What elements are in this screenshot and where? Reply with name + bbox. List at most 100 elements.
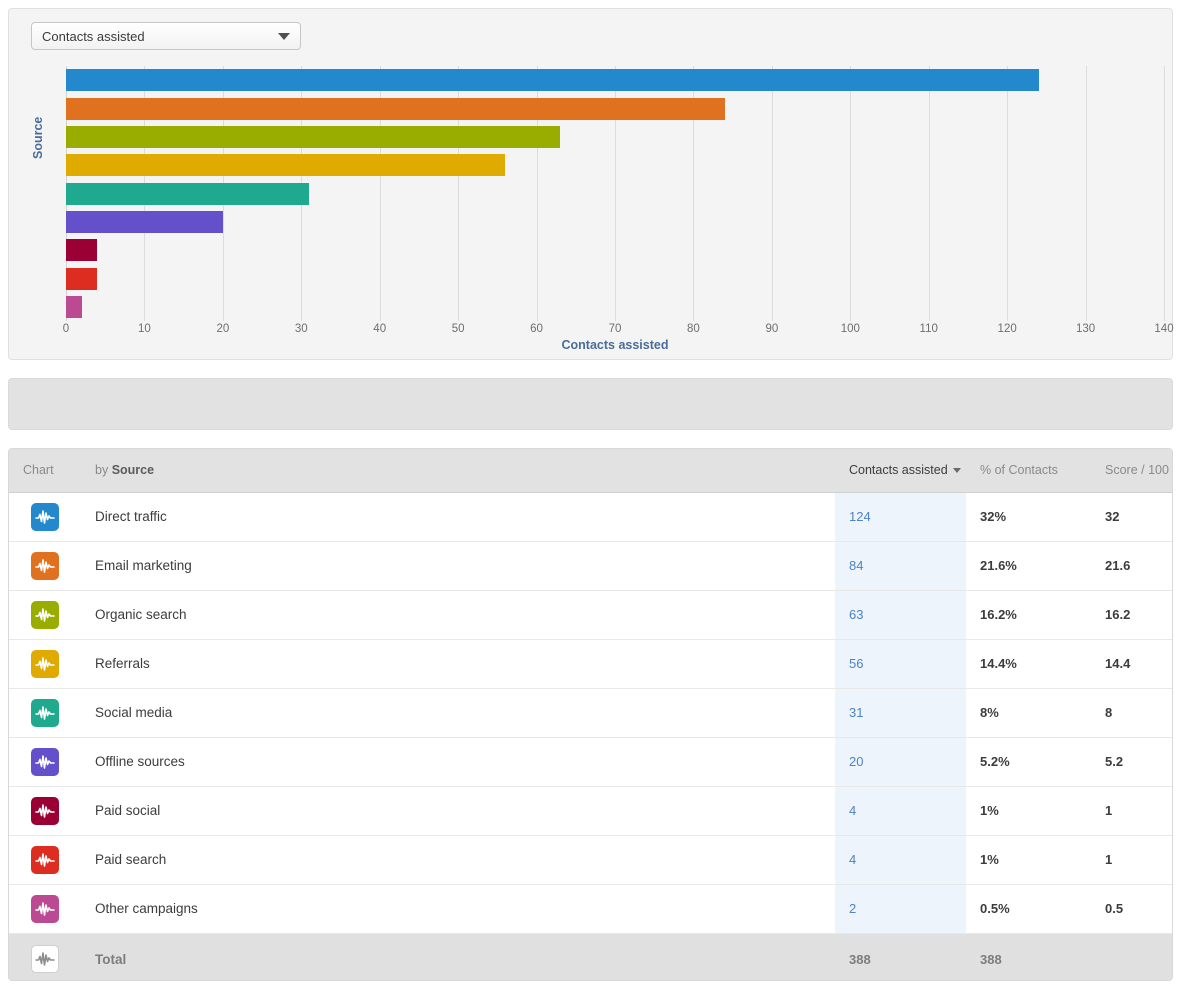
row-score-value: 8: [1091, 688, 1172, 737]
table-row[interactable]: Referrals5614.4%14.4: [9, 639, 1172, 688]
sparkline-icon[interactable]: [31, 601, 59, 629]
bar-fill: [66, 126, 560, 148]
row-contacts-assisted-value[interactable]: 4: [835, 835, 966, 884]
bar-paid-search[interactable]: [66, 268, 97, 290]
metric-selector-dropdown[interactable]: Contacts assisted: [31, 22, 301, 50]
row-contacts-assisted-value[interactable]: 84: [835, 541, 966, 590]
bar-social-media[interactable]: [66, 183, 309, 205]
bar-offline-sources[interactable]: [66, 211, 223, 233]
chart-panel: Contacts assisted Source 010203040506070…: [8, 8, 1173, 360]
x-tick-label-0: 0: [63, 323, 69, 335]
row-score-value: 16.2: [1091, 590, 1172, 639]
table-row[interactable]: Offline sources205.2%5.2: [9, 737, 1172, 786]
sparkline-icon[interactable]: [31, 650, 59, 678]
total-percent-of-contacts-value: 388: [966, 933, 1091, 981]
row-score-value: 5.2: [1091, 737, 1172, 786]
x-tick-label-10: 10: [138, 323, 151, 335]
column-header-chart[interactable]: Chart: [9, 449, 81, 492]
chart-y-axis-title: Source: [31, 117, 45, 159]
column-header-contacts-assisted[interactable]: Contacts assisted: [835, 449, 966, 492]
row-percent-of-contacts-value: 0.5%: [966, 884, 1091, 933]
table-row[interactable]: Paid social41%1: [9, 786, 1172, 835]
metric-selector-value: Contacts assisted: [42, 29, 272, 44]
sparkline-icon[interactable]: [31, 748, 59, 776]
gridline-140: [1164, 66, 1165, 321]
row-chart-toggle-cell[interactable]: [9, 639, 81, 688]
row-chart-toggle-cell[interactable]: [9, 884, 81, 933]
row-contacts-assisted-value[interactable]: 63: [835, 590, 966, 639]
bar-referrals[interactable]: [66, 154, 505, 176]
x-tick-label-100: 100: [841, 323, 860, 335]
sparkline-icon[interactable]: [31, 699, 59, 727]
row-source-name: Paid social: [81, 786, 835, 835]
table-header-row: Chart by Source Contacts assisted % of C…: [9, 449, 1172, 492]
sparkline-icon[interactable]: [31, 552, 59, 580]
bar-direct-traffic[interactable]: [66, 69, 1039, 91]
x-tick-label-20: 20: [216, 323, 229, 335]
column-header-dimension[interactable]: by Source: [81, 449, 835, 492]
bar-fill: [66, 98, 725, 120]
column-header-percent-of-contacts[interactable]: % of Contacts: [966, 449, 1091, 492]
table-row[interactable]: Paid search41%1: [9, 835, 1172, 884]
row-source-name: Paid search: [81, 835, 835, 884]
row-percent-of-contacts-value: 1%: [966, 786, 1091, 835]
row-percent-of-contacts-value: 8%: [966, 688, 1091, 737]
x-tick-label-80: 80: [687, 323, 700, 335]
row-source-name: Organic search: [81, 590, 835, 639]
sparkline-icon[interactable]: [31, 503, 59, 531]
row-percent-of-contacts-value: 14.4%: [966, 639, 1091, 688]
bar-other-campaigns[interactable]: [66, 296, 82, 318]
sort-descending-caret-icon: [953, 468, 961, 473]
row-score-value: 0.5: [1091, 884, 1172, 933]
row-score-value: 32: [1091, 492, 1172, 541]
x-tick-label-120: 120: [998, 323, 1017, 335]
chevron-down-icon: [278, 33, 290, 40]
table-row[interactable]: Social media318%8: [9, 688, 1172, 737]
column-header-score[interactable]: Score / 100: [1091, 449, 1172, 492]
total-chart-toggle-cell[interactable]: [9, 933, 81, 981]
row-contacts-assisted-value[interactable]: 2: [835, 884, 966, 933]
row-contacts-assisted-value[interactable]: 56: [835, 639, 966, 688]
sparkline-icon[interactable]: [31, 797, 59, 825]
row-score-value: 1: [1091, 835, 1172, 884]
table-row[interactable]: Other campaigns20.5%0.5: [9, 884, 1172, 933]
total-contacts-assisted-value: 388: [835, 933, 966, 981]
table-row[interactable]: Direct traffic12432%32: [9, 492, 1172, 541]
source-breakdown-table: Chart by Source Contacts assisted % of C…: [9, 449, 1172, 981]
row-contacts-assisted-value[interactable]: 4: [835, 786, 966, 835]
row-contacts-assisted-value[interactable]: 124: [835, 492, 966, 541]
row-score-value: 1: [1091, 786, 1172, 835]
bar-fill: [66, 183, 309, 205]
row-chart-toggle-cell[interactable]: [9, 737, 81, 786]
dimension-name-label: Source: [112, 463, 154, 477]
x-tick-label-70: 70: [609, 323, 622, 335]
row-chart-toggle-cell[interactable]: [9, 688, 81, 737]
x-tick-label-50: 50: [452, 323, 465, 335]
row-chart-toggle-cell[interactable]: [9, 835, 81, 884]
bar-paid-social[interactable]: [66, 239, 97, 261]
chart-x-axis-title: Contacts assisted: [66, 338, 1164, 352]
total-score-value: [1091, 933, 1172, 981]
bar-fill: [66, 268, 97, 290]
bar-fill: [66, 296, 82, 318]
row-score-value: 21.6: [1091, 541, 1172, 590]
row-percent-of-contacts-value: 5.2%: [966, 737, 1091, 786]
table-row[interactable]: Organic search6316.2%16.2: [9, 590, 1172, 639]
table-row[interactable]: Email marketing8421.6%21.6: [9, 541, 1172, 590]
row-chart-toggle-cell[interactable]: [9, 590, 81, 639]
bar-organic-search[interactable]: [66, 126, 560, 148]
row-chart-toggle-cell[interactable]: [9, 492, 81, 541]
sparkline-icon[interactable]: [31, 846, 59, 874]
sparkline-icon[interactable]: [31, 895, 59, 923]
bar-email-marketing[interactable]: [66, 98, 725, 120]
chart-bars: [66, 66, 1164, 321]
data-table-panel: Chart by Source Contacts assisted % of C…: [8, 448, 1173, 981]
sparkline-icon[interactable]: [31, 945, 59, 973]
row-source-name: Referrals: [81, 639, 835, 688]
row-percent-of-contacts-value: 16.2%: [966, 590, 1091, 639]
row-contacts-assisted-value[interactable]: 31: [835, 688, 966, 737]
row-contacts-assisted-value[interactable]: 20: [835, 737, 966, 786]
row-chart-toggle-cell[interactable]: [9, 541, 81, 590]
row-source-name: Email marketing: [81, 541, 835, 590]
row-chart-toggle-cell[interactable]: [9, 786, 81, 835]
